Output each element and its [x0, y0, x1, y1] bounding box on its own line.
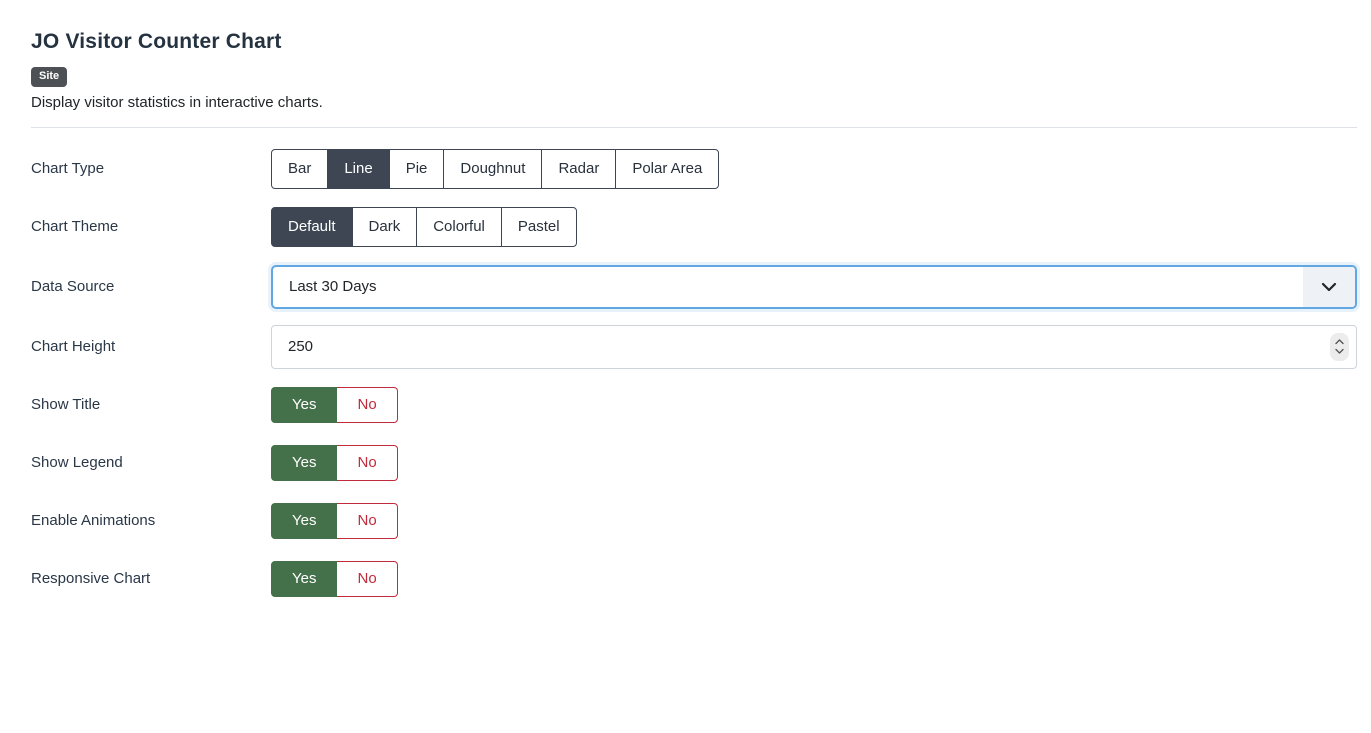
page-title: JO Visitor Counter Chart	[31, 30, 1357, 54]
data-source-label: Data Source	[31, 278, 271, 295]
chart-theme-option-colorful[interactable]: Colorful	[416, 207, 502, 247]
chart-theme-label: Chart Theme	[31, 218, 271, 235]
field-row-enable-animations: Enable Animations Yes No	[31, 503, 1357, 539]
responsive-chart-toggle: Yes No	[271, 561, 398, 597]
chart-theme-option-dark[interactable]: Dark	[352, 207, 418, 247]
responsive-chart-yes-button[interactable]: Yes	[271, 561, 337, 597]
field-row-chart-height: Chart Height	[31, 325, 1357, 369]
chart-type-option-doughnut[interactable]: Doughnut	[443, 149, 542, 189]
field-row-chart-type: Chart Type Bar Line Pie Doughnut Radar P…	[31, 149, 1357, 189]
show-title-yes-button[interactable]: Yes	[271, 387, 337, 423]
chart-type-option-pie[interactable]: Pie	[389, 149, 445, 189]
enable-animations-no-button[interactable]: No	[337, 503, 397, 539]
chart-theme-option-default[interactable]: Default	[271, 207, 353, 247]
field-row-show-legend: Show Legend Yes No	[31, 445, 1357, 481]
show-title-toggle: Yes No	[271, 387, 398, 423]
site-badge: Site	[31, 67, 67, 87]
chart-type-option-bar[interactable]: Bar	[271, 149, 328, 189]
data-source-selected-value: Last 30 Days	[273, 278, 1303, 295]
enable-animations-yes-button[interactable]: Yes	[271, 503, 337, 539]
chart-theme-option-pastel[interactable]: Pastel	[501, 207, 577, 247]
show-legend-no-button[interactable]: No	[337, 445, 397, 481]
enable-animations-label: Enable Animations	[31, 512, 271, 529]
field-row-data-source: Data Source Last 30 Days	[31, 265, 1357, 309]
data-source-select[interactable]: Last 30 Days	[271, 265, 1357, 309]
show-legend-label: Show Legend	[31, 454, 271, 471]
chart-height-label: Chart Height	[31, 338, 271, 355]
module-settings-panel: JO Visitor Counter Chart Site Display vi…	[0, 0, 1371, 597]
show-title-label: Show Title	[31, 396, 271, 413]
chart-theme-button-group: Default Dark Colorful Pastel	[271, 207, 577, 247]
chevron-down-icon	[1303, 267, 1355, 307]
show-title-no-button[interactable]: No	[337, 387, 397, 423]
field-row-responsive-chart: Responsive Chart Yes No	[31, 561, 1357, 597]
chart-type-option-polar-area[interactable]: Polar Area	[615, 149, 719, 189]
responsive-chart-no-button[interactable]: No	[337, 561, 397, 597]
chart-type-button-group: Bar Line Pie Doughnut Radar Polar Area	[271, 149, 719, 189]
show-legend-yes-button[interactable]: Yes	[271, 445, 337, 481]
number-stepper-icon[interactable]	[1330, 333, 1349, 361]
chart-type-label: Chart Type	[31, 160, 271, 177]
field-row-show-title: Show Title Yes No	[31, 387, 1357, 423]
field-row-chart-theme: Chart Theme Default Dark Colorful Pastel	[31, 207, 1357, 247]
chart-type-option-radar[interactable]: Radar	[541, 149, 616, 189]
divider	[31, 127, 1357, 128]
chart-height-input[interactable]	[271, 325, 1357, 369]
chart-type-option-line[interactable]: Line	[327, 149, 389, 189]
enable-animations-toggle: Yes No	[271, 503, 398, 539]
show-legend-toggle: Yes No	[271, 445, 398, 481]
module-description: Display visitor statistics in interactiv…	[31, 94, 1357, 111]
responsive-chart-label: Responsive Chart	[31, 570, 271, 587]
